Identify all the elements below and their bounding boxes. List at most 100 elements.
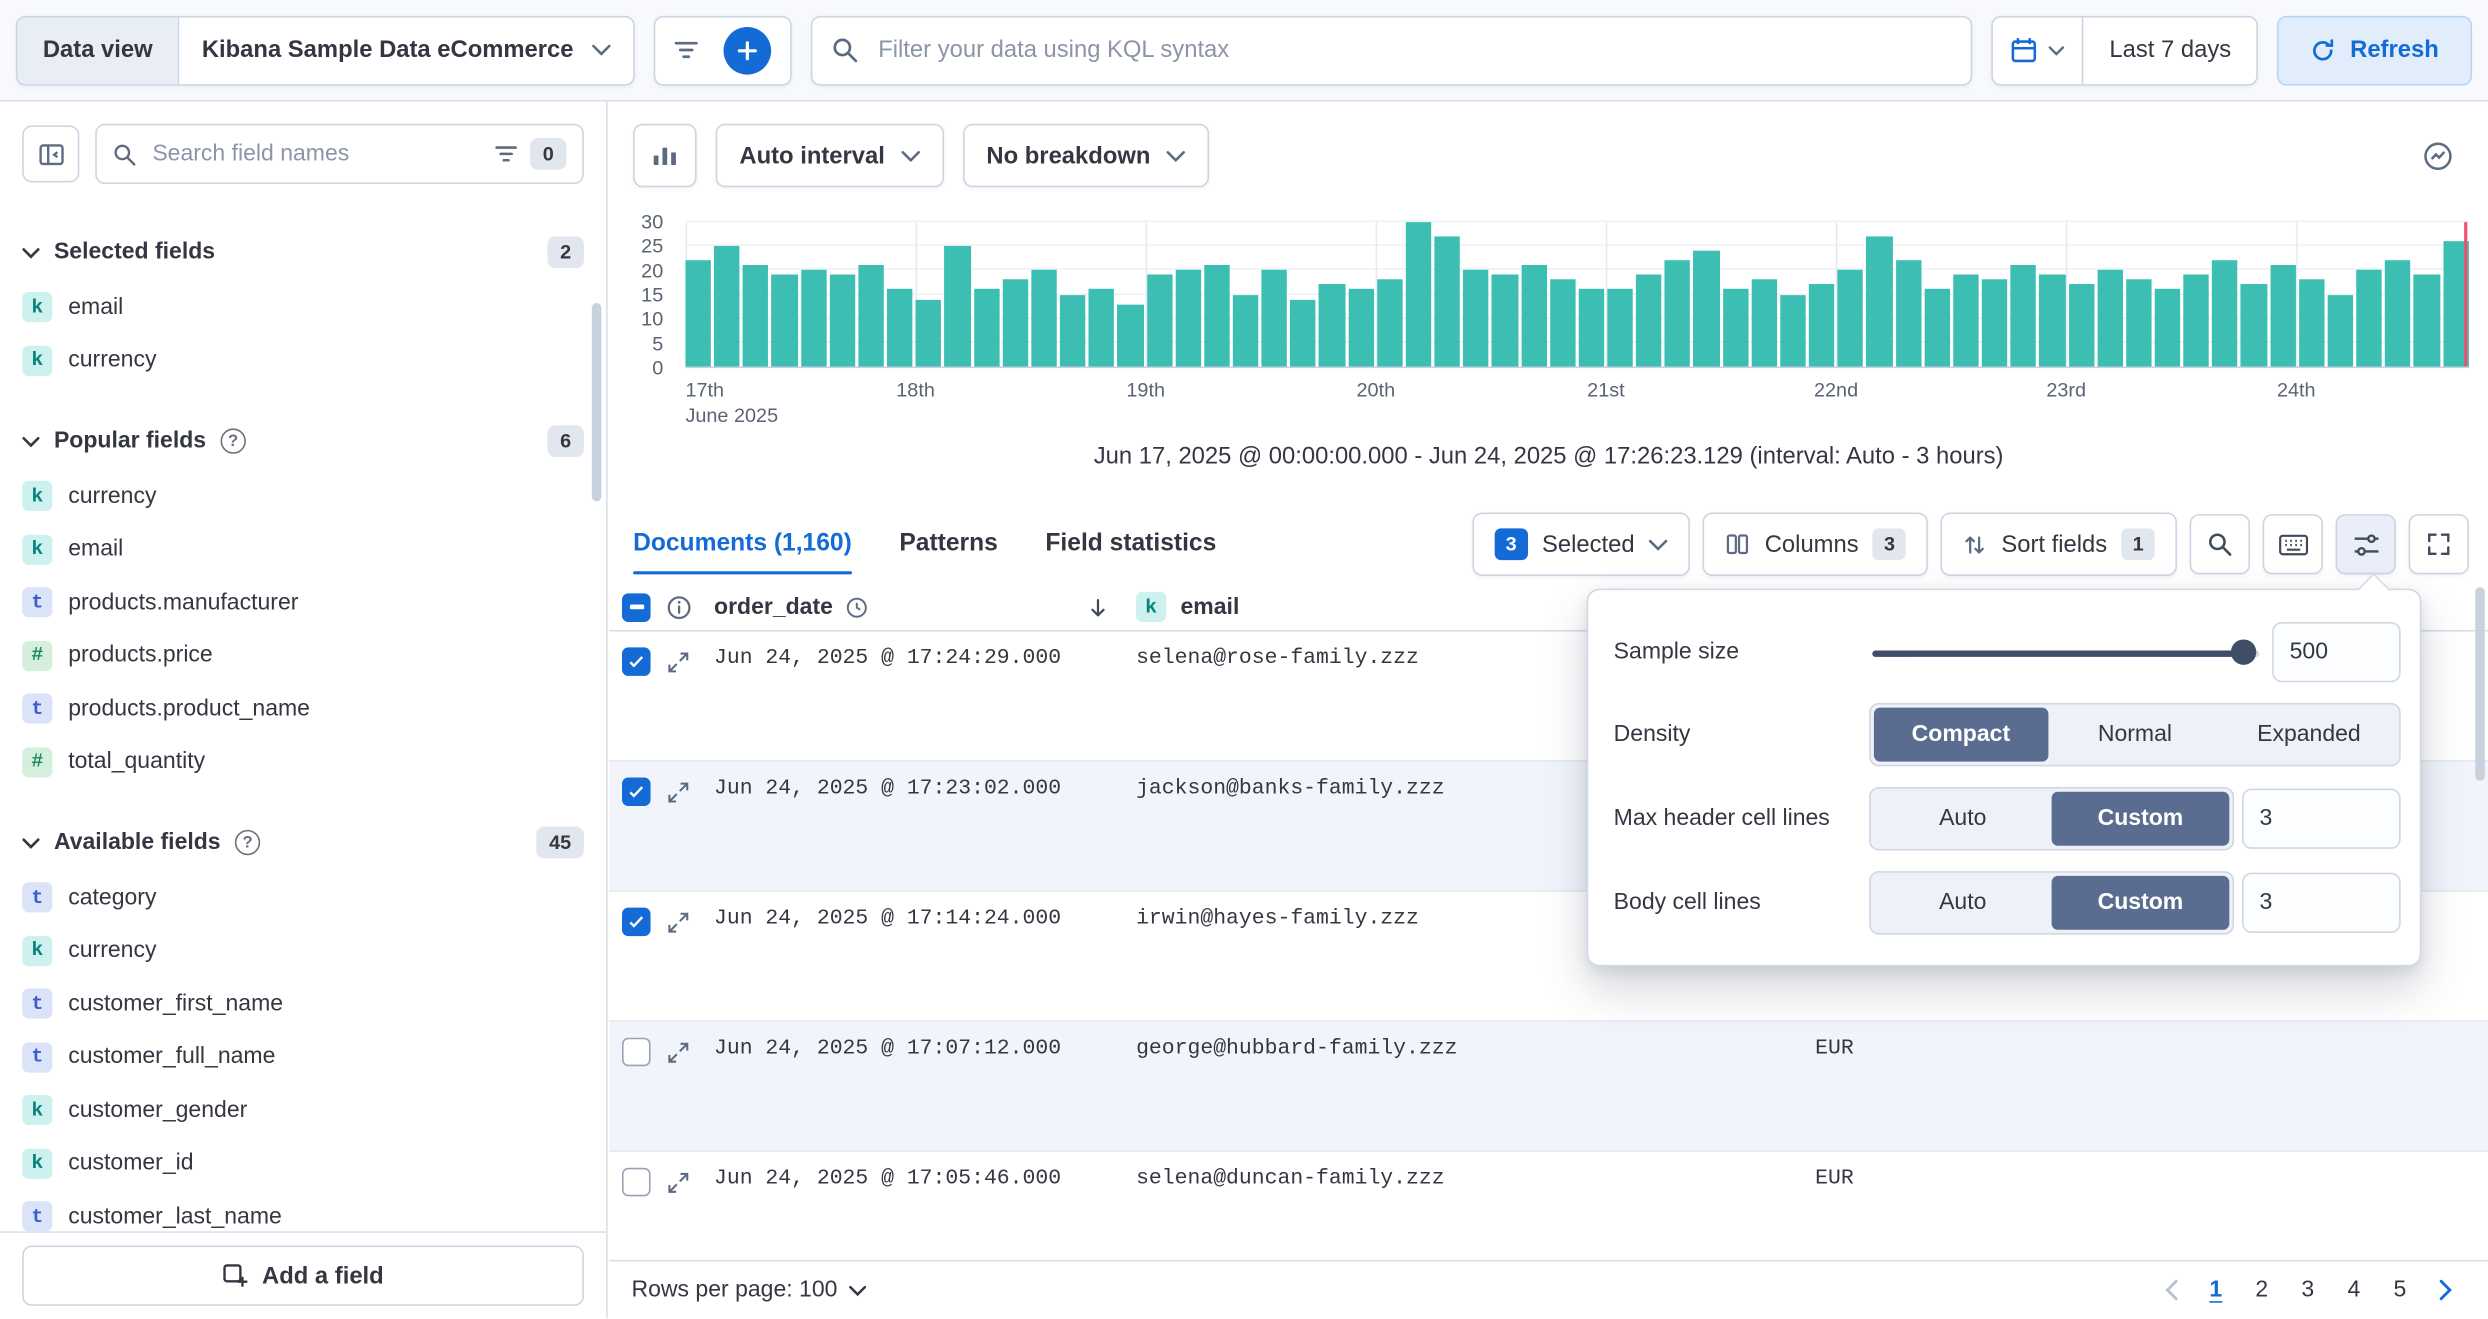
histogram-bar[interactable] [1348,290,1374,367]
histogram-bar[interactable] [2414,275,2440,366]
histogram-bar[interactable] [1118,304,1144,367]
next-page-button[interactable] [2424,1269,2465,1310]
page-button-5[interactable]: 5 [2378,1269,2421,1312]
sample-size-slider[interactable] [1872,639,2259,664]
expand-row-icon[interactable] [666,910,690,934]
currency-cell[interactable]: EUR [1815,1038,2488,1062]
rows-per-page-button[interactable]: Rows per page: 100 [632,1277,866,1302]
field-search-input[interactable] [149,140,482,169]
histogram-bar[interactable] [1434,237,1460,367]
row-checkbox[interactable] [622,908,651,937]
help-icon[interactable]: ? [220,428,245,453]
histogram-bar[interactable] [1377,280,1403,367]
histogram-bar[interactable] [1780,294,1806,366]
expand-row-icon[interactable] [666,650,690,674]
histogram-bar[interactable] [2097,270,2123,366]
header-lines-auto-button[interactable]: Auto [1874,792,2052,846]
add-filter-icon[interactable] [675,40,699,61]
histogram-bar[interactable] [1406,222,1432,366]
grid-scrollbar[interactable] [2475,587,2485,781]
histogram-bar[interactable] [2039,275,2065,366]
histogram-bar[interactable] [1550,280,1576,367]
email-cell[interactable]: selena@duncan-family.zzz [1128,1168,1815,1192]
histogram-bar[interactable] [2011,265,2037,366]
order-date-cell[interactable]: Jun 24, 2025 @ 17:05:46.000 [708,1168,1128,1192]
section-header-selected-fields[interactable]: Selected fields 2 [0,224,606,281]
histogram-bar[interactable] [801,270,827,366]
body-lines-custom-button[interactable]: Custom [2052,876,2230,930]
histogram-bar[interactable] [1060,294,1086,366]
field-item-products.manufacturer[interactable]: tproducts.manufacturer [0,576,606,629]
histogram-bar[interactable] [1002,280,1028,367]
histogram-bar[interactable] [2356,270,2382,366]
page-button-3[interactable]: 3 [2286,1269,2329,1312]
expand-row-icon[interactable] [666,780,690,804]
histogram-bar[interactable] [1031,270,1057,366]
field-item-total_quantity[interactable]: #total_quantity [0,735,606,788]
add-filter-button[interactable] [724,26,772,74]
sidebar-scrollbar[interactable] [592,303,602,501]
histogram-bar[interactable] [1751,280,1777,367]
date-picker-calendar-button[interactable] [1994,17,2084,84]
histogram-bar[interactable] [2183,275,2209,366]
display-options-button[interactable] [2336,514,2396,574]
field-item-customer_last_name[interactable]: tcustomer_last_name [0,1190,606,1231]
histogram-bar[interactable] [1665,261,1691,367]
field-item-email[interactable]: kemail [0,523,606,576]
histogram-bar[interactable] [1089,290,1115,367]
density-normal-button[interactable]: Normal [2048,708,2222,762]
field-item-currency[interactable]: kcurrency [0,334,606,387]
histogram-bar[interactable] [945,246,971,366]
field-item-customer_first_name[interactable]: tcustomer_first_name [0,977,606,1030]
breakdown-dropdown[interactable]: No breakdown [963,124,1210,187]
previous-page-button[interactable] [2150,1269,2191,1310]
histogram-bar[interactable] [1233,294,1259,366]
grid-search-button[interactable] [2190,514,2250,574]
refresh-button[interactable]: Refresh [2277,15,2472,85]
field-item-customer_id[interactable]: kcustomer_id [0,1137,606,1190]
histogram-bar[interactable] [714,246,740,366]
histogram-bar[interactable] [2328,294,2354,366]
density-compact-button[interactable]: Compact [1874,708,2048,762]
histogram-bar[interactable] [2212,261,2238,367]
histogram-bar[interactable] [2299,280,2325,367]
histogram-bar[interactable] [1579,290,1605,367]
add-field-button[interactable]: Add a field [22,1246,584,1306]
histogram-bar[interactable] [1463,270,1489,366]
histogram-bar[interactable] [974,290,1000,367]
field-item-email[interactable]: kemail [0,281,606,334]
histogram-bar[interactable] [1867,237,1893,367]
histogram-bar[interactable] [1924,290,1950,367]
histogram-bar[interactable] [1982,280,2008,367]
header-lines-custom-button[interactable]: Custom [2052,792,2230,846]
histogram-bar[interactable] [1290,299,1316,366]
histogram-bar[interactable] [1953,275,1979,366]
histogram-bar[interactable] [1636,275,1662,366]
histogram-bar[interactable] [916,299,942,366]
field-filter-icon[interactable] [495,144,517,163]
info-icon[interactable] [666,594,691,619]
histogram-bar[interactable] [1607,290,1633,367]
header-lines-input[interactable] [2242,789,2401,849]
columns-button[interactable]: Columns 3 [1703,513,1929,576]
field-item-category[interactable]: tcategory [0,871,606,924]
chart-visibility-button[interactable] [633,124,696,187]
histogram-bar[interactable] [2385,261,2411,367]
sort-descending-icon[interactable] [1087,595,1109,619]
field-item-customer_full_name[interactable]: tcustomer_full_name [0,1031,606,1084]
row-checkbox[interactable] [622,1168,651,1197]
time-range-value[interactable]: Last 7 days [2084,36,2257,63]
sample-size-input[interactable] [2272,622,2401,682]
histogram-bar[interactable] [1521,265,1547,366]
email-cell[interactable]: george@hubbard-family.zzz [1128,1038,1815,1062]
body-lines-auto-button[interactable]: Auto [1874,876,2052,930]
fullscreen-button[interactable] [2409,514,2469,574]
section-header-available-fields[interactable]: Available fields ? 45 [0,814,606,871]
tab-patterns[interactable]: Patterns [899,508,997,581]
histogram-bar[interactable] [2241,285,2267,367]
histogram-bar[interactable] [1492,275,1518,366]
sort-fields-button[interactable]: Sort fields 1 [1941,513,2177,576]
expand-row-icon[interactable] [666,1170,690,1194]
body-lines-input[interactable] [2242,873,2401,933]
section-header-popular-fields[interactable]: Popular fields ? 6 [0,413,606,470]
